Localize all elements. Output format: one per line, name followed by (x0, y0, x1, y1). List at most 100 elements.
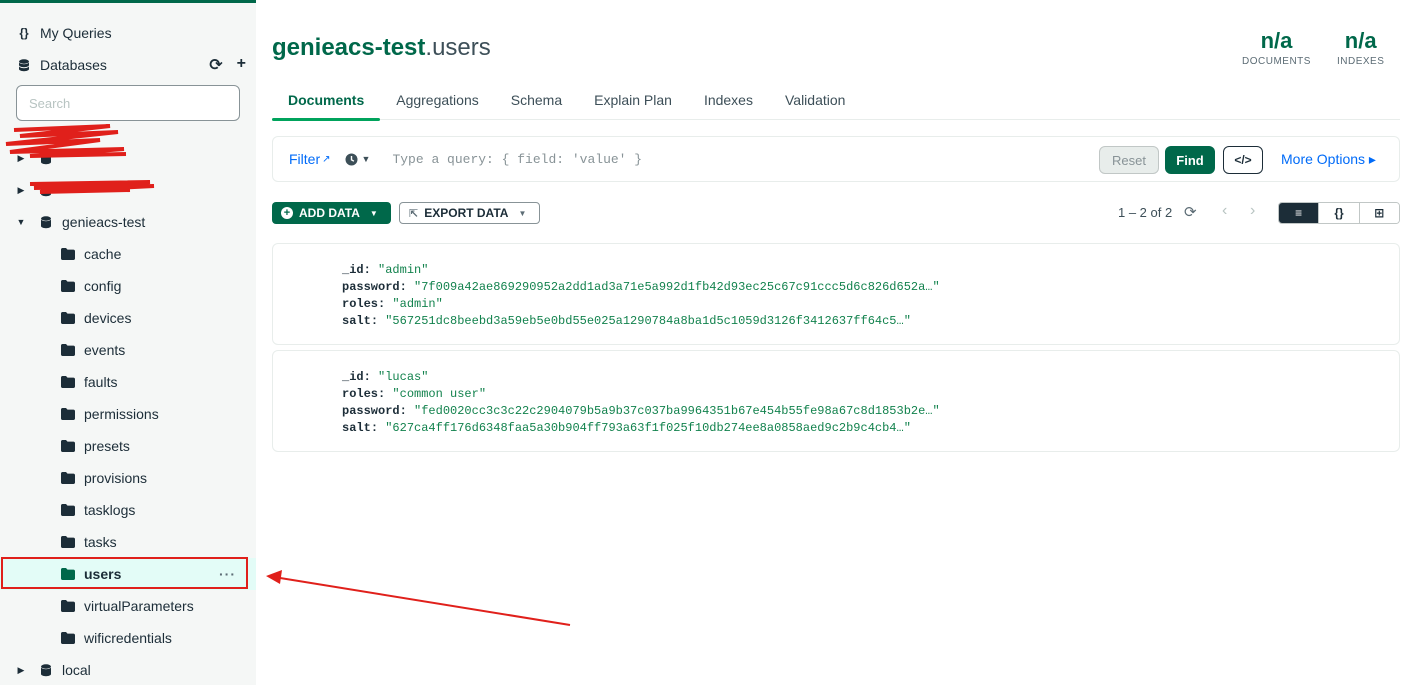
code-view-button[interactable]: </> (1223, 146, 1263, 174)
collection-name: presets (84, 438, 130, 454)
collection-name: cache (84, 246, 122, 262)
field-key: roles (342, 297, 379, 311)
database-icon (16, 58, 32, 72)
folder-icon (60, 440, 76, 452)
namespace-collection: .users (425, 34, 491, 61)
tab-schema[interactable]: Schema (495, 80, 578, 120)
collection-item-config[interactable]: config (0, 270, 256, 302)
collection-item-tasks[interactable]: tasks (0, 526, 256, 558)
table-view-button[interactable]: ⊞ (1359, 203, 1399, 223)
more-actions-icon[interactable]: ··· (219, 566, 236, 582)
document-card[interactable]: _id: "lucas" roles: "common user" password… (272, 350, 1400, 452)
databases-label: Databases (40, 57, 107, 73)
folder-icon (60, 408, 76, 420)
documents-caption: DOCUMENTS (1242, 56, 1311, 67)
document-field: _id: "lucas" (342, 369, 1399, 386)
field-value: "567251dc8beebd3a59eb5e0bd55e025a1290784… (385, 314, 911, 328)
collection-item-permissions[interactable]: permissions (0, 398, 256, 430)
field-key: password (342, 280, 400, 294)
collection-tabs: Documents Aggregations Schema Explain Plan I… (272, 80, 1400, 121)
sidebar: {} My Queries Databases ⟳ + ▶ ▶ ▼ g (0, 0, 256, 685)
tab-validation[interactable]: Validation (769, 80, 861, 120)
field-key: salt (342, 314, 371, 328)
collection-item-tasklogs[interactable]: tasklogs (0, 494, 256, 526)
collection-item-events[interactable]: events (0, 334, 256, 366)
my-queries-label: My Queries (40, 25, 112, 41)
next-page-icon[interactable]: › (1250, 202, 1255, 220)
namespace-db: genieacs-test (272, 34, 426, 61)
folder-icon (60, 600, 76, 612)
caret-right-icon: ▶ (17, 664, 25, 675)
collection-name: devices (84, 310, 132, 326)
filter-link[interactable]: Filter ↗ (289, 151, 331, 167)
add-data-button[interactable]: + ADD DATA ▼ (272, 202, 391, 224)
field-separator: : (370, 421, 386, 435)
clock-icon (345, 153, 358, 165)
database-icon (38, 663, 54, 677)
collection-name: users (84, 566, 122, 582)
pagination-text: 1 – 2 of 2 (1118, 205, 1173, 220)
json-view-button[interactable]: {} (1319, 203, 1360, 223)
field-key: _id (342, 263, 364, 277)
collection-item-wificredentials[interactable]: wificredentials (0, 622, 256, 654)
add-database-icon[interactable]: + (237, 55, 246, 75)
add-data-label: ADD DATA (299, 206, 360, 220)
chevron-down-icon: ▼ (361, 154, 371, 164)
folder-icon (60, 312, 76, 324)
indexes-caption: INDEXES (1337, 56, 1385, 67)
database-row-local[interactable]: ▶ local (0, 654, 256, 685)
query-history-button[interactable]: ▼ (345, 153, 371, 166)
list-view-button[interactable]: ≡ (1279, 203, 1320, 223)
folder-icon (60, 376, 76, 388)
collection-item-devices[interactable]: devices (0, 302, 256, 334)
database-icon (38, 151, 54, 165)
field-separator: : (378, 297, 393, 311)
refresh-documents-icon[interactable]: ⟳ (1184, 203, 1197, 221)
redacted-database-row-1[interactable]: ▶ (0, 142, 256, 174)
databases-header: Databases ⟳ + (0, 49, 256, 81)
more-options-link[interactable]: More Options ▸ (1281, 151, 1376, 168)
field-value: "fed0020cc3c3c22c2904079b5a9b37c037ba996… (414, 404, 940, 418)
collection-item-presets[interactable]: presets (0, 430, 256, 462)
chevron-down-icon: ▼ (369, 208, 378, 218)
tab-indexes[interactable]: Indexes (688, 80, 769, 120)
caret-down-icon: ▼ (16, 217, 26, 227)
document-field: password: "fed0020cc3c3c22c2904079b5a9b3… (342, 403, 1399, 420)
field-key: roles (342, 387, 379, 401)
export-icon: ⇱ (409, 207, 419, 220)
sidebar-search-input[interactable] (16, 85, 240, 121)
folder-icon (60, 568, 76, 580)
document-card[interactable]: _id: "admin" password: "7f009a42ae8692909… (272, 243, 1400, 345)
folder-icon (60, 472, 76, 484)
tab-documents[interactable]: Documents (272, 80, 381, 121)
previous-page-icon[interactable]: ‹ (1222, 202, 1227, 220)
find-button[interactable]: Find (1165, 146, 1215, 174)
database-icon (38, 215, 54, 229)
collection-item-virtualParameters[interactable]: virtualParameters (0, 590, 256, 622)
my-queries-link[interactable]: {} My Queries (0, 17, 256, 49)
collection-name: events (84, 342, 126, 358)
reset-button[interactable]: Reset (1099, 146, 1159, 174)
collection-item-faults[interactable]: faults (0, 366, 256, 398)
refresh-icon[interactable]: ⟳ (209, 55, 222, 75)
collection-item-provisions[interactable]: provisions (0, 462, 256, 494)
field-value: "admin" (378, 263, 429, 277)
redacted-database-row-2[interactable]: ▶ (0, 174, 256, 206)
indexes-stat: n/a INDEXES (1337, 28, 1384, 67)
export-data-button[interactable]: ⇱ EXPORT DATA ▼ (399, 202, 540, 224)
tab-explain-plan[interactable]: Explain Plan (578, 80, 688, 120)
document-field: _id: "admin" (342, 262, 1399, 279)
database-name: genieacs-test (62, 214, 146, 230)
collection-item-users[interactable]: users ··· (0, 558, 256, 590)
documents-toolbar: + ADD DATA ▼ ⇱ EXPORT DATA ▼ 1 – 2 of 2 … (272, 202, 1400, 224)
tab-aggregations[interactable]: Aggregations (380, 80, 495, 120)
field-value: "7f009a42ae869290952a2dd1ad3a71e5a992d1f… (414, 280, 940, 294)
query-input[interactable] (392, 144, 1073, 174)
field-separator: : (399, 280, 415, 294)
database-row-genieacs-test[interactable]: ▼ genieacs-test (0, 206, 256, 238)
field-value: "627ca4ff176d6348faa5a30b904ff793a63f1f0… (385, 421, 911, 435)
collection-item-cache[interactable]: cache (0, 238, 256, 270)
field-separator: : (363, 263, 379, 277)
database-name: local (62, 662, 91, 678)
chevron-down-icon: ▼ (518, 208, 527, 218)
